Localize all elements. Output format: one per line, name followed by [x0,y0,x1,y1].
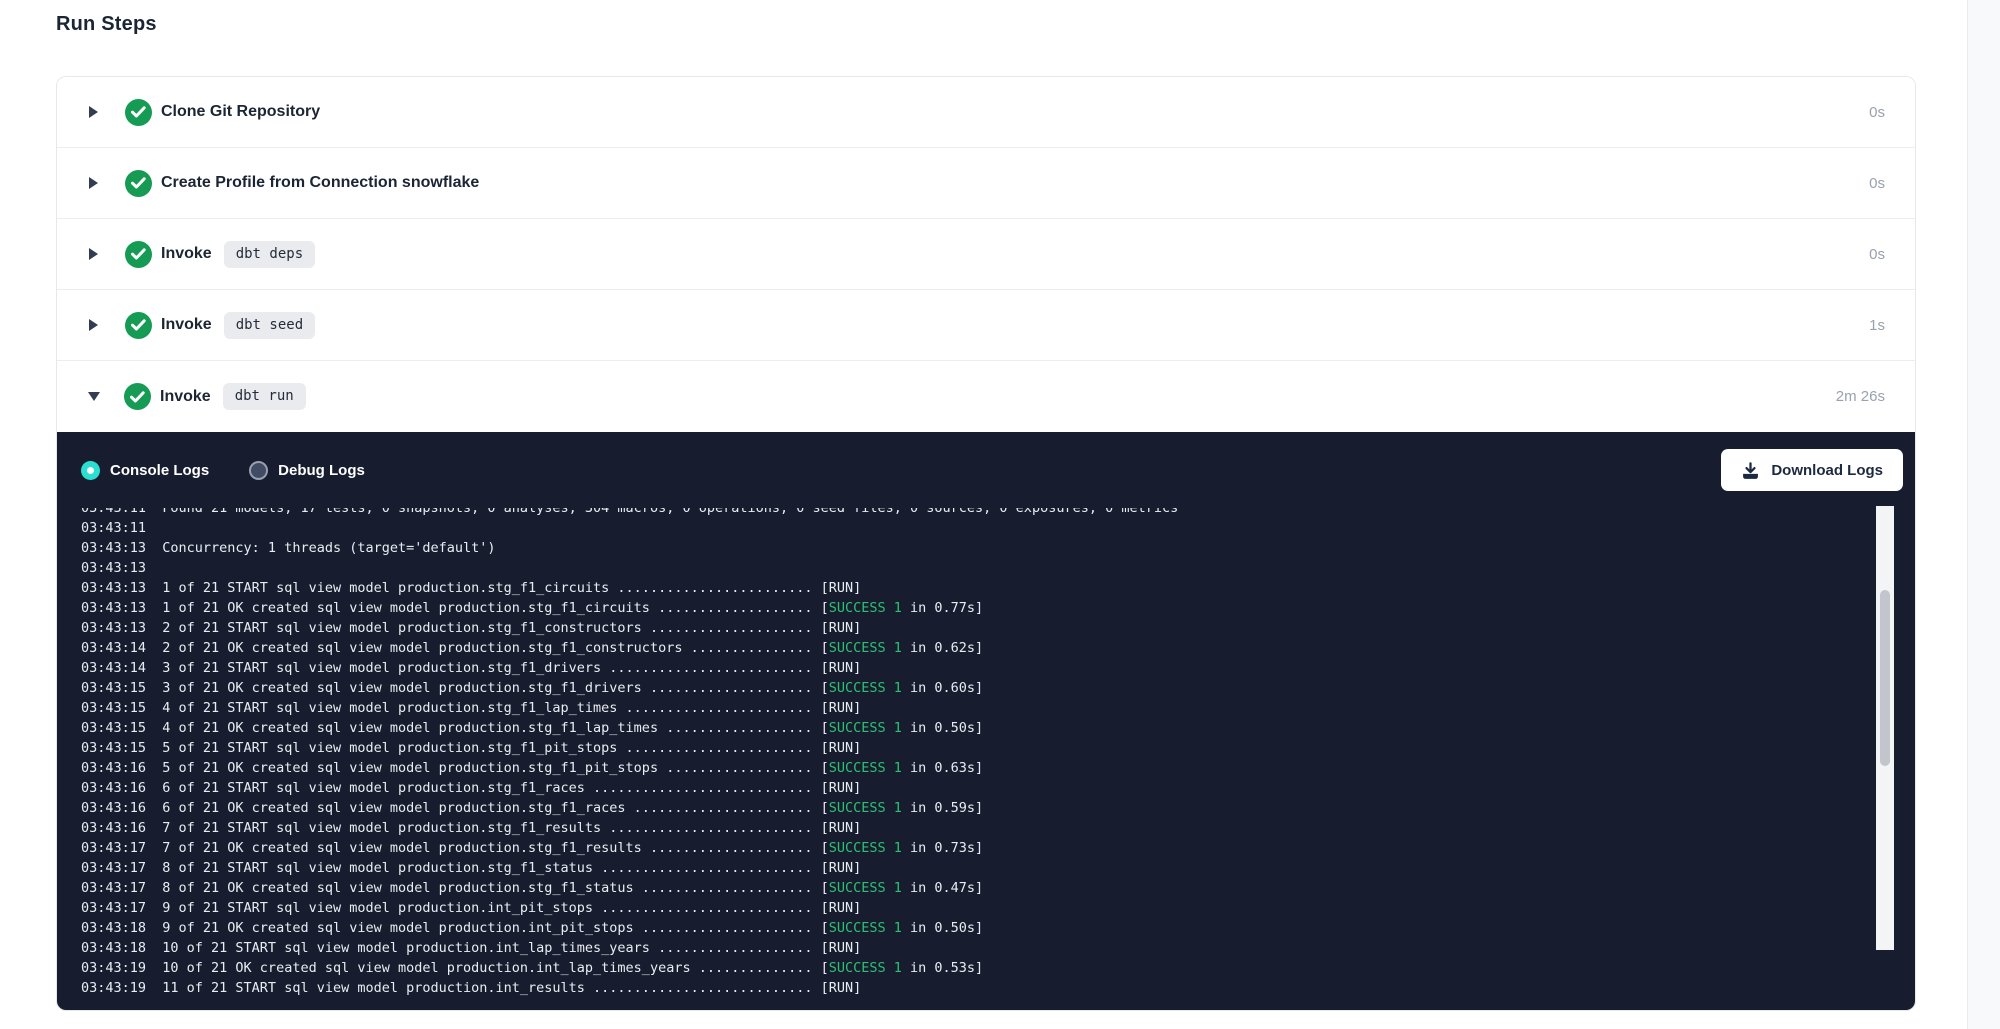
log-success-status: SUCCESS 1 [829,640,902,656]
step-row[interactable]: Invoke dbt run 2m 26s [57,361,1915,432]
download-icon [1741,461,1760,480]
log-line: 03:43:17 9 of 21 START sql view model pr… [81,898,1178,918]
log-line: 03:43:19 11 of 21 START sql view model p… [81,978,1178,998]
step-label: Invoke [161,245,212,263]
log-success-status: SUCCESS 1 [829,840,902,856]
log-line: 03:43:17 7 of 21 OK created sql view mod… [81,838,1178,858]
log-line: 03:43:18 10 of 21 START sql view model p… [81,938,1178,958]
step-row[interactable]: Create Profile from Connection snowflake… [57,148,1915,219]
log-line: 03:43:16 6 of 21 START sql view model pr… [81,778,1178,798]
download-logs-label: Download Logs [1771,462,1883,479]
log-line: 03:43:15 5 of 21 START sql view model pr… [81,738,1178,758]
radio-selected-icon[interactable] [81,461,100,480]
step-row[interactable]: Clone Git Repository 0s [57,77,1915,148]
log-success-status: SUCCESS 1 [829,880,902,896]
log-success-status: SUCCESS 1 [829,800,902,816]
caret-right-icon[interactable] [89,248,98,260]
log-line: 03:43:15 4 of 21 START sql view model pr… [81,698,1178,718]
log-success-status: SUCCESS 1 [829,720,902,736]
log-viewport[interactable]: 03:43:11 Found 21 models, 17 tests, 0 sn… [81,508,1881,1010]
log-line: 03:43:16 7 of 21 START sql view model pr… [81,818,1178,838]
success-check-icon [125,312,152,339]
log-line: 03:43:13 1 of 21 START sql view model pr… [81,578,1178,598]
log-line: 03:43:16 5 of 21 OK created sql view mod… [81,758,1178,778]
log-line: 03:43:17 8 of 21 OK created sql view mod… [81,878,1178,898]
page-title: Run Steps [56,13,157,36]
success-check-icon [125,241,152,268]
step-duration: 0s [1869,104,1885,121]
download-logs-button[interactable]: Download Logs [1721,449,1903,491]
log-line: 03:43:13 1 of 21 OK created sql view mod… [81,598,1178,618]
step-label: Invoke [161,316,212,334]
caret-down-icon[interactable] [88,392,100,401]
step-duration: 2m 26s [1836,388,1885,405]
step-label: Invoke [160,388,211,406]
log-line: 03:43:11 [81,518,1178,538]
success-check-icon [125,99,152,126]
step-duration: 1s [1869,317,1885,334]
run-steps-card: Clone Git Repository0sCreate Profile fro… [56,76,1916,1011]
logs-panel: Console Logs Debug Logs Download Logs [57,432,1915,1010]
step-row[interactable]: Invoke dbt seed 1s [57,290,1915,361]
console-logs-label[interactable]: Console Logs [110,462,209,479]
step-duration: 0s [1869,246,1885,263]
console-logs-radio[interactable]: Console Logs [81,461,209,480]
log-line: 03:43:18 9 of 21 OK created sql view mod… [81,918,1178,938]
step-row[interactable]: Invoke dbt deps 0s [57,219,1915,290]
step-duration: 0s [1869,175,1885,192]
success-check-icon [125,170,152,197]
right-side-panel-edge [1967,0,2000,1029]
log-line: 03:43:19 10 of 21 OK created sql view mo… [81,958,1178,978]
log-success-status: SUCCESS 1 [829,920,902,936]
logs-panel-header: Console Logs Debug Logs Download Logs [57,432,1915,506]
step-label: Create Profile from Connection snowflake [161,174,479,192]
success-check-icon [124,383,151,410]
log-line: 03:43:13 Concurrency: 1 threads (target=… [81,538,1178,558]
caret-right-icon[interactable] [89,106,98,118]
log-line: 03:43:13 [81,558,1178,578]
log-scrollbar-thumb[interactable] [1880,590,1890,766]
log-line: 03:43:15 3 of 21 OK created sql view mod… [81,678,1178,698]
debug-logs-radio[interactable]: Debug Logs [249,461,365,480]
radio-unselected-icon[interactable] [249,461,268,480]
log-line: 03:43:14 3 of 21 START sql view model pr… [81,658,1178,678]
log-line: 03:43:11 Found 21 models, 17 tests, 0 sn… [81,508,1178,518]
log-success-status: SUCCESS 1 [829,680,902,696]
caret-right-icon[interactable] [89,177,98,189]
log-success-status: SUCCESS 1 [829,960,902,976]
log-success-status: SUCCESS 1 [829,760,902,776]
step-command-badge: dbt run [223,383,306,410]
debug-logs-label[interactable]: Debug Logs [278,462,365,479]
step-label: Clone Git Repository [161,103,320,121]
log-line: 03:43:14 2 of 21 OK created sql view mod… [81,638,1178,658]
step-command-badge: dbt seed [224,312,315,339]
log-lines: 03:43:11 Found 21 models, 17 tests, 0 sn… [81,508,1178,998]
log-success-status: SUCCESS 1 [829,600,902,616]
steps-list: Clone Git Repository0sCreate Profile fro… [57,77,1915,432]
log-scrollbar-track[interactable] [1876,506,1894,950]
log-line: 03:43:13 2 of 21 START sql view model pr… [81,618,1178,638]
log-line: 03:43:17 8 of 21 START sql view model pr… [81,858,1178,878]
log-line: 03:43:15 4 of 21 OK created sql view mod… [81,718,1178,738]
caret-right-icon[interactable] [89,319,98,331]
run-steps-page: Run Steps Clone Git Repository0sCreate P… [0,0,1967,1029]
step-command-badge: dbt deps [224,241,315,268]
log-line: 03:43:16 6 of 21 OK created sql view mod… [81,798,1178,818]
